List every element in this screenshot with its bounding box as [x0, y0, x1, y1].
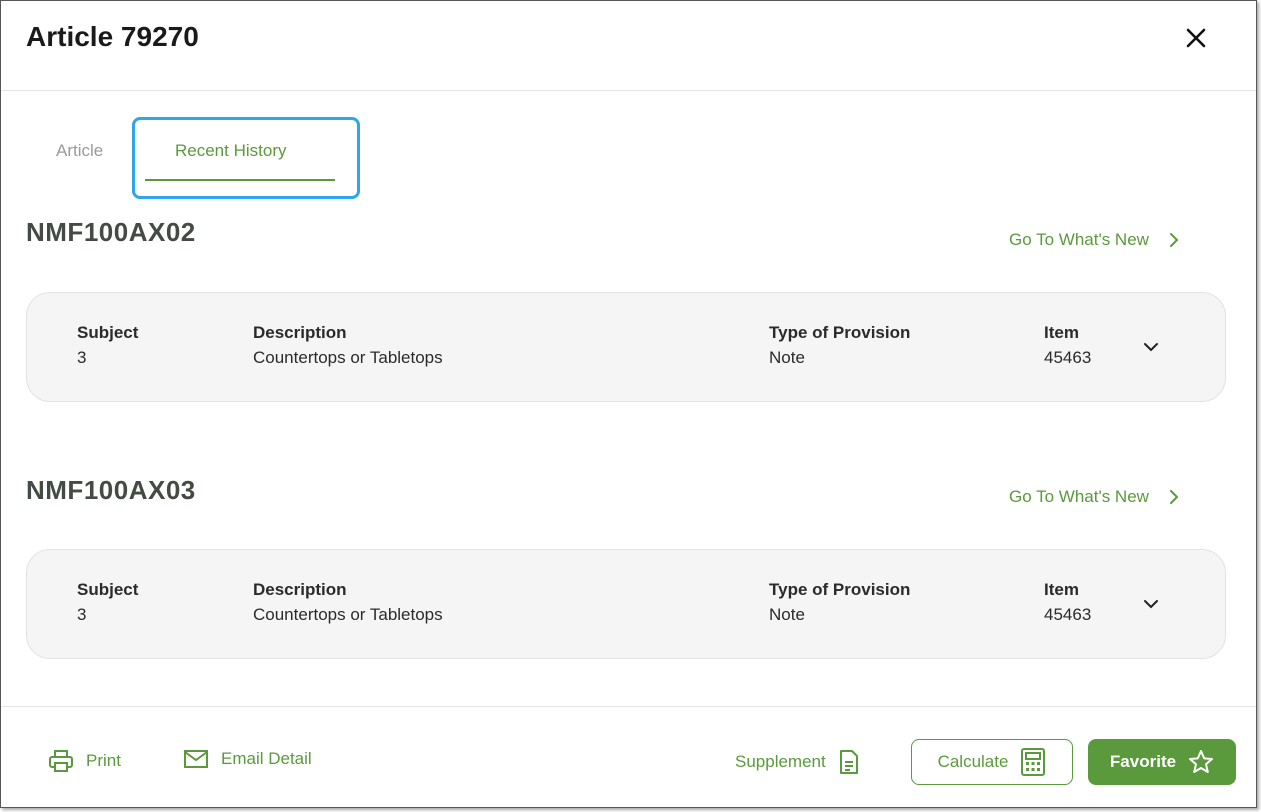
active-tab-indicator	[145, 179, 335, 181]
item-column: Item 45463	[1044, 577, 1091, 627]
description-column: Description Countertops or Tabletops	[253, 577, 443, 627]
supplement-label: Supplement	[735, 752, 826, 771]
chevron-right-icon	[1169, 233, 1179, 247]
history-card: Subject 3 Description Countertops or Tab…	[26, 292, 1226, 402]
tab-recent-history-label: Recent History	[175, 141, 287, 160]
calculate-button[interactable]: Calculate	[911, 739, 1073, 785]
printer-icon	[49, 750, 73, 772]
calculator-icon	[1021, 748, 1046, 776]
tab-bar: Article Recent History	[1, 111, 1256, 201]
type-column: Type of Provision Note	[769, 577, 910, 627]
go-to-whats-new-link[interactable]: Go To What's New	[1009, 230, 1181, 250]
favorite-button[interactable]: Favorite	[1088, 739, 1236, 785]
favorite-label: Favorite	[1109, 752, 1177, 771]
item-label: Item	[1044, 323, 1079, 342]
supplement-button[interactable]: Supplement	[735, 749, 860, 775]
tab-recent-history[interactable]: Recent History	[132, 117, 360, 199]
modal-footer: Print Email Detail Supplement Calculate	[1, 706, 1256, 809]
chevron-right-icon	[1169, 490, 1179, 504]
type-column: Type of Provision Note	[769, 320, 910, 370]
chevron-down-icon	[1144, 600, 1158, 609]
item-value: 45463	[1044, 605, 1092, 624]
description-value: Countertops or Tabletops	[253, 348, 443, 367]
mail-icon	[184, 750, 208, 768]
type-value: Note	[769, 605, 805, 624]
link-label: Go To What's New	[1009, 487, 1149, 506]
description-label: Description	[253, 323, 347, 342]
subject-label: Subject	[77, 323, 139, 342]
description-value: Countertops or Tabletops	[253, 605, 443, 624]
document-icon	[839, 750, 858, 774]
calculate-label: Calculate	[937, 752, 1009, 771]
go-to-whats-new-link[interactable]: Go To What's New	[1009, 487, 1181, 507]
item-column: Item 45463	[1044, 320, 1091, 370]
description-label: Description	[253, 580, 347, 599]
item-value: 45463	[1044, 348, 1092, 367]
modal-header: Article 79270	[1, 1, 1256, 91]
print-label: Print	[86, 751, 121, 770]
subject-column: Subject 3	[77, 320, 138, 370]
link-label: Go To What's New	[1009, 230, 1149, 249]
type-label: Type of Provision	[769, 323, 911, 342]
expand-button[interactable]	[1139, 335, 1163, 359]
section-title: NMF100AX03	[26, 475, 196, 505]
section-title: NMF100AX02	[26, 217, 196, 247]
chevron-down-icon	[1144, 343, 1158, 352]
type-label: Type of Provision	[769, 580, 911, 599]
tab-article[interactable]: Article	[56, 141, 103, 161]
email-detail-button[interactable]: Email Detail	[183, 749, 312, 769]
history-card: Subject 3 Description Countertops or Tab…	[26, 549, 1226, 659]
subject-value: 3	[77, 605, 87, 624]
subject-value: 3	[77, 348, 87, 367]
modal-title: Article 79270	[26, 21, 199, 52]
type-value: Note	[769, 348, 805, 367]
item-label: Item	[1044, 580, 1079, 599]
description-column: Description Countertops or Tabletops	[253, 320, 443, 370]
print-button[interactable]: Print	[48, 749, 121, 773]
close-button[interactable]	[1181, 23, 1211, 53]
subject-column: Subject 3	[77, 577, 138, 627]
article-modal: Article 79270 Article Recent History NMF…	[0, 0, 1257, 808]
email-label: Email Detail	[221, 749, 312, 768]
close-icon	[1186, 28, 1206, 48]
expand-button[interactable]	[1139, 592, 1163, 616]
subject-label: Subject	[77, 580, 139, 599]
star-icon	[1189, 750, 1214, 773]
